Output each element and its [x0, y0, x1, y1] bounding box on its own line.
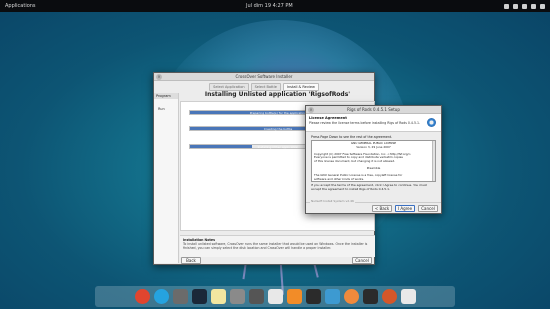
keyboard-icon[interactable] [504, 3, 509, 9]
close-icon[interactable]: × [156, 74, 162, 80]
setup-titlebar[interactable]: × Rigs of Rods 0.4.5.1 Setup [306, 106, 441, 114]
back-button[interactable]: Back [181, 257, 201, 264]
sidebar-item-run[interactable]: Run [154, 99, 178, 111]
terminal-icon[interactable] [362, 289, 378, 304]
tab-select-bottle[interactable]: Select Bottle [250, 83, 281, 91]
update-icon[interactable] [343, 289, 359, 304]
image-viewer-icon[interactable] [229, 289, 245, 304]
window-title: CrossOver Software Installer [235, 74, 293, 79]
program-sidebar: Program Run [154, 93, 179, 263]
license-line: software and other kinds of works. [314, 176, 365, 181]
setup-dialog: × Rigs of Rods 0.4.5.1 Setup License Agr… [305, 105, 442, 214]
license-textbox[interactable]: GNU GENERAL PUBLIC LICENSE Version 3, 29 … [311, 140, 436, 182]
terminal-icon[interactable] [305, 289, 321, 304]
steam-icon[interactable] [191, 289, 207, 304]
browser-icon[interactable] [381, 289, 397, 304]
install-heading: Installing Unlisted application 'RigsofR… [204, 91, 351, 98]
cancel-button[interactable]: Cancel [352, 257, 372, 264]
cancel-button[interactable]: Cancel [418, 205, 438, 212]
network-icon[interactable] [513, 3, 518, 9]
accept-instructions: If you accept the terms of the agreement… [311, 183, 427, 191]
bluetooth-icon[interactable] [522, 3, 527, 9]
top-panel: Applications Jul dim 19 4:27 PM [0, 0, 550, 12]
dock [95, 286, 455, 307]
setup-footer: Nullsoft Install System v2.46 < Back I A… [306, 199, 441, 213]
tab-select-application[interactable]: Select Application [209, 83, 249, 91]
mixer-icon[interactable] [248, 289, 264, 304]
applications-menu[interactable]: Applications [5, 3, 36, 9]
chrome-icon[interactable] [134, 289, 150, 304]
files-icon[interactable] [172, 289, 188, 304]
section-title: License Agreement [309, 116, 347, 120]
dialog-title: Rigs of Rods 0.4.5.1 Setup [347, 107, 400, 112]
system-tray [504, 3, 545, 9]
nsis-brand: Nullsoft Install System v2.46 [310, 199, 355, 203]
volume-icon[interactable] [531, 3, 536, 9]
back-button[interactable]: < Back [372, 205, 392, 212]
close-icon[interactable]: × [308, 107, 314, 113]
i-agree-button[interactable]: I Agree [395, 205, 415, 212]
crossover-titlebar[interactable]: × CrossOver Software Installer [154, 73, 374, 81]
power-icon[interactable] [540, 3, 545, 9]
page-down-hint: Press Page Down to see the rest of the a… [311, 135, 393, 139]
notes-text: To install unlisted software, CrossOver … [183, 242, 368, 250]
installation-notes: Installation Notes To install unlisted s… [180, 235, 375, 257]
installer-logo-icon [427, 118, 436, 127]
license-text: GNU GENERAL PUBLIC LICENSE Version 3, 29 … [314, 141, 433, 181]
notes-icon[interactable] [210, 289, 226, 304]
settings-icon[interactable] [400, 289, 416, 304]
setup-header: License Agreement Please review the lice… [306, 114, 441, 132]
scrollbar[interactable] [432, 141, 435, 181]
tab-install-review[interactable]: Install & Review [282, 83, 319, 91]
clock[interactable]: Jul dim 19 4:27 PM [246, 3, 293, 9]
music-icon[interactable] [286, 289, 302, 304]
toggle-icon[interactable] [324, 289, 340, 304]
section-subtitle: Please review the license terms before i… [309, 121, 421, 125]
skype-icon[interactable] [153, 289, 169, 304]
calendar-icon[interactable] [267, 289, 283, 304]
